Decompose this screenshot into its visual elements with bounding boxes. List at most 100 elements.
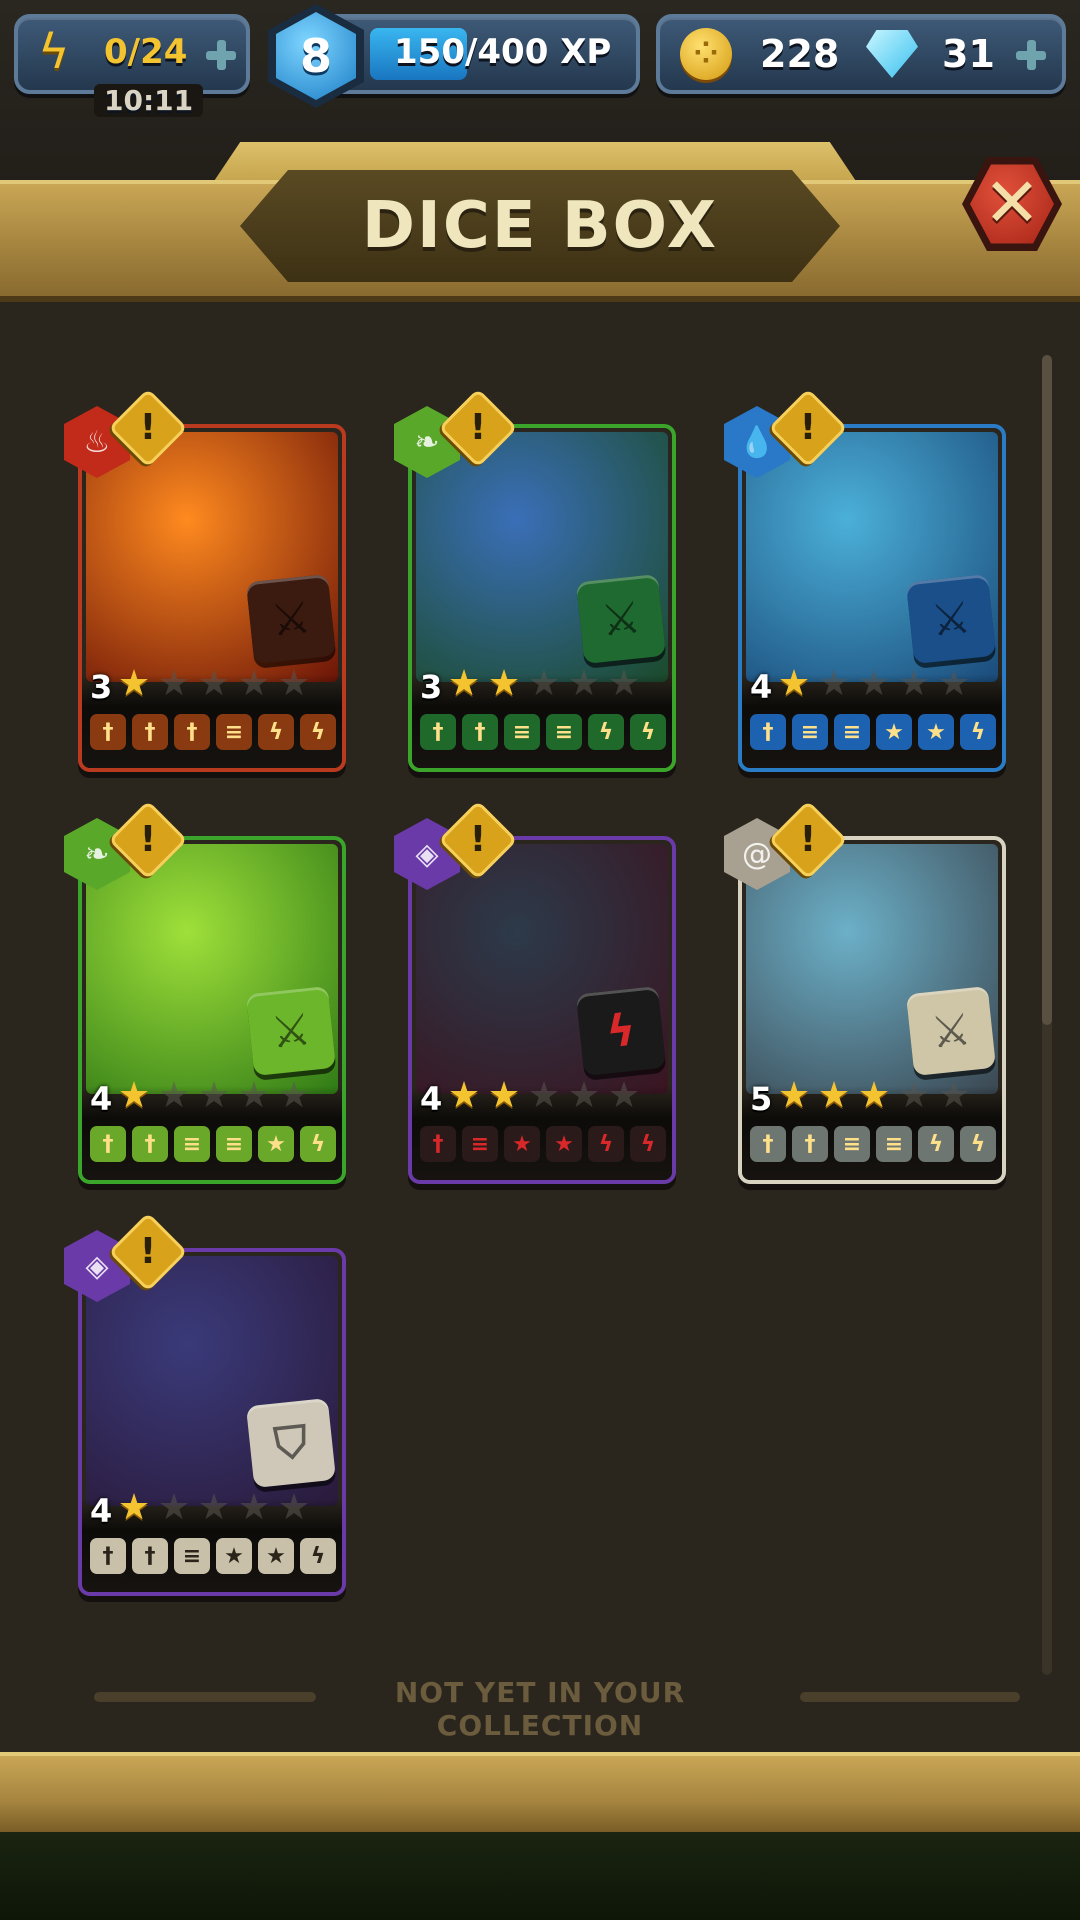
gem-count: 31 [942, 32, 995, 76]
dice-icon: ⛉ [245, 1397, 337, 1489]
star-icon: ★ [504, 1126, 540, 1162]
star-empty-icon: ★ [857, 663, 891, 704]
divider-line-left [94, 1692, 316, 1702]
currency-panel[interactable]: ⁘ 228 31 [656, 14, 1066, 94]
sword-icon: † [132, 1126, 168, 1162]
page-title: DICE BOX [361, 189, 719, 263]
exclamation-icon: ! [139, 407, 157, 448]
star-filled-icon: ★ [487, 1075, 521, 1116]
card-level: 3 [90, 668, 113, 706]
scrollbar[interactable] [1042, 355, 1052, 1675]
star-empty-icon: ★ [277, 1075, 311, 1116]
star-empty-icon: ★ [157, 1075, 191, 1116]
energy-timer: 10:11 [94, 84, 204, 117]
star-rating: ★ ★ ★ ★ ★ [116, 1078, 312, 1114]
bolt-icon: ϟ [630, 714, 666, 750]
shield-icon: ≡ [834, 1126, 870, 1162]
dice-faces: † ≡ ≡ ★ ★ ϟ [750, 714, 996, 750]
star-filled-icon: ★ [777, 1075, 811, 1116]
dice-card[interactable]: ⚔ 4 ★ ★ ★ ★ ★ † † ≡ ≡ ★ ϟ ❧! [64, 800, 346, 1184]
star-icon: ★ [258, 1538, 294, 1574]
bolt-icon: ϟ [258, 714, 294, 750]
exclamation-icon: ! [799, 407, 817, 448]
dice-faces: † † ≡ ★ ★ ϟ [90, 1538, 336, 1574]
card-level: 4 [750, 668, 773, 706]
bolt-icon: ϟ [960, 1126, 996, 1162]
card-level: 4 [90, 1080, 113, 1118]
dice-card[interactable]: ⚔ 3 ★ ★ ★ ★ ★ † † † ≡ ϟ ϟ ♨! [64, 388, 346, 772]
star-filled-icon: ★ [857, 1075, 891, 1116]
star-filled-icon: ★ [817, 1075, 851, 1116]
dice-card[interactable]: ⚔ 3 ★ ★ ★ ★ ★ † † ≡ ≡ ϟ ϟ ❧! [394, 388, 676, 772]
star-filled-icon: ★ [777, 663, 811, 704]
exclamation-icon: ! [799, 819, 817, 860]
star-empty-icon: ★ [937, 1075, 971, 1116]
star-icon: ★ [258, 1126, 294, 1162]
star-empty-icon: ★ [277, 1487, 311, 1528]
sword-icon: † [750, 714, 786, 750]
sword-icon: † [132, 1538, 168, 1574]
star-empty-icon: ★ [527, 663, 561, 704]
dice-card[interactable]: ⚔ 4 ★ ★ ★ ★ ★ † ≡ ≡ ★ ★ ϟ 💧! [724, 388, 1006, 772]
sword-icon: † [90, 1538, 126, 1574]
close-button[interactable]: ✕ [962, 154, 1062, 254]
exclamation-icon: ! [469, 407, 487, 448]
dice-faces: † † ≡ ≡ ϟ ϟ [750, 1126, 996, 1162]
star-empty-icon: ★ [197, 663, 231, 704]
energy-panel[interactable]: ϟ 0/24 [14, 14, 250, 94]
coin-count: 228 [760, 32, 840, 76]
star-icon: ★ [918, 714, 954, 750]
bolt-icon: ϟ [300, 714, 336, 750]
star-rating: ★ ★ ★ ★ ★ [776, 666, 972, 702]
star-filled-icon: ★ [447, 663, 481, 704]
star-empty-icon: ★ [607, 663, 641, 704]
player-level-badge: 8 [268, 4, 364, 108]
card-level: 4 [420, 1080, 443, 1118]
sword-icon: † [420, 1126, 456, 1162]
dice-card[interactable]: ⚔ 5 ★ ★ ★ ★ ★ † † ≡ ≡ ϟ ϟ @! [724, 800, 1006, 1184]
add-currency-button[interactable] [1014, 38, 1048, 72]
bolt-icon: ϟ [630, 1126, 666, 1162]
star-empty-icon: ★ [157, 1487, 191, 1528]
star-rating: ★ ★ ★ ★ ★ [116, 1490, 312, 1526]
star-empty-icon: ★ [277, 663, 311, 704]
add-energy-button[interactable] [204, 38, 238, 72]
star-empty-icon: ★ [607, 1075, 641, 1116]
footer-background [0, 1832, 1080, 1920]
exclamation-icon: ! [139, 1231, 157, 1272]
dice-faces: † † ≡ ≡ ★ ϟ [90, 1126, 336, 1162]
dice-icon: ⚔ [905, 985, 997, 1077]
star-empty-icon: ★ [197, 1487, 231, 1528]
shield-icon: ≡ [216, 1126, 252, 1162]
bolt-icon: ϟ [960, 714, 996, 750]
dice-card[interactable]: ⛉ 4 ★ ★ ★ ★ ★ † † ≡ ★ ★ ϟ ◈! [64, 1212, 346, 1596]
star-empty-icon: ★ [237, 663, 271, 704]
star-rating: ★ ★ ★ ★ ★ [446, 1078, 642, 1114]
lightning-icon: ϟ [38, 24, 70, 80]
player-level: 8 [299, 29, 332, 83]
star-empty-icon: ★ [567, 663, 601, 704]
scrollbar-thumb[interactable] [1042, 355, 1052, 1025]
dice-card[interactable]: ϟ 4 ★ ★ ★ ★ ★ † ≡ ★ ★ ϟ ϟ ◈! [394, 800, 676, 1184]
sword-icon: † [90, 714, 126, 750]
close-icon: ✕ [983, 164, 1041, 243]
sword-icon: † [792, 1126, 828, 1162]
bolt-icon: ϟ [588, 714, 624, 750]
star-filled-icon: ★ [487, 663, 521, 704]
gem-icon [866, 30, 918, 78]
star-empty-icon: ★ [897, 1075, 931, 1116]
energy-count: 0/24 [104, 32, 188, 72]
star-filled-icon: ★ [447, 1075, 481, 1116]
dice-icon: ⚔ [245, 985, 337, 1077]
star-empty-icon: ★ [937, 663, 971, 704]
dice-icon: ⚔ [245, 573, 337, 665]
dice-faces: † ≡ ★ ★ ϟ ϟ [420, 1126, 666, 1162]
divider-line-right [800, 1692, 1020, 1702]
sword-icon: † [420, 714, 456, 750]
star-icon: ★ [216, 1538, 252, 1574]
star-empty-icon: ★ [567, 1075, 601, 1116]
shield-icon: ≡ [546, 714, 582, 750]
bolt-icon: ϟ [918, 1126, 954, 1162]
star-empty-icon: ★ [527, 1075, 561, 1116]
shield-icon: ≡ [504, 714, 540, 750]
